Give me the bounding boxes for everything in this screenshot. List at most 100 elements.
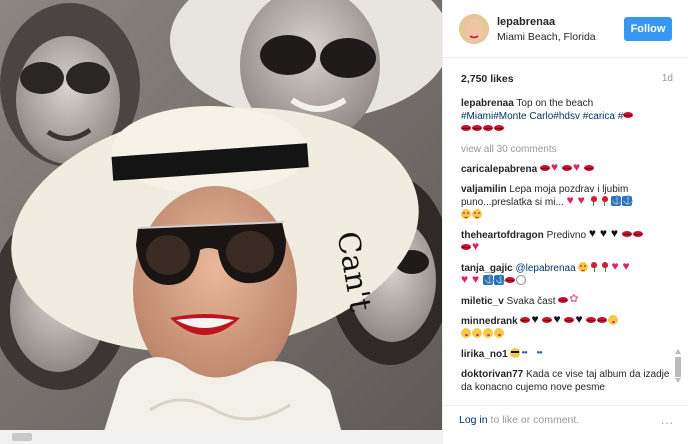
caption-text: Top on the beach bbox=[516, 98, 594, 109]
lips-icon bbox=[597, 315, 608, 325]
rose-icon bbox=[600, 262, 610, 272]
post-footer: Log in to like or comment. ... bbox=[443, 405, 688, 444]
anchor-icon bbox=[610, 195, 623, 206]
scroll-up-icon[interactable] bbox=[675, 349, 681, 354]
smiley-outline-icon bbox=[516, 275, 526, 285]
post-location[interactable]: Miami Beach, Florida bbox=[497, 31, 596, 43]
photo-illustration: Can't bbox=[0, 0, 442, 444]
comments-scrollbar[interactable] bbox=[673, 344, 683, 388]
horizontal-scrollbar[interactable] bbox=[0, 430, 442, 444]
black-heart-icon bbox=[611, 227, 621, 239]
heart-icon bbox=[567, 194, 577, 206]
smiling-face-icon bbox=[578, 262, 589, 272]
lips-icon bbox=[520, 315, 531, 325]
login-link[interactable]: Log in bbox=[459, 414, 488, 426]
lips-icon bbox=[586, 315, 597, 325]
post-age[interactable]: 1d bbox=[662, 73, 673, 84]
caption: lepabrenaa Top on the beach #Miami#Monte… bbox=[461, 97, 673, 136]
lips-icon bbox=[494, 123, 504, 133]
comment-author[interactable]: minnedrank bbox=[461, 316, 518, 327]
heart-icon bbox=[573, 161, 583, 173]
lips-icon bbox=[539, 163, 550, 173]
login-prompt: Log in to like or comment. bbox=[459, 414, 579, 426]
comment: miletic_v Svaka čast bbox=[461, 293, 673, 308]
view-all-comments-link[interactable]: view all 30 comments bbox=[461, 143, 673, 156]
lips-icon bbox=[583, 163, 594, 173]
post-photo[interactable]: Can't bbox=[0, 0, 442, 444]
lips-icon bbox=[561, 163, 572, 173]
glasses-icon bbox=[536, 348, 550, 358]
sunglasses-face-icon bbox=[510, 348, 521, 358]
lips-icon bbox=[632, 229, 643, 239]
flower-icon bbox=[569, 293, 579, 305]
comment: valjamilin Lepa moja pozdrav i ljubim pu… bbox=[461, 183, 673, 222]
kissing-face-icon bbox=[608, 315, 619, 325]
caption-hashtags[interactable]: #Miami#Monte Carlo#hdsv #carica # bbox=[461, 111, 623, 122]
follow-button[interactable]: Follow bbox=[624, 17, 672, 41]
rose-icon bbox=[600, 196, 610, 206]
kissing-face-icon bbox=[472, 328, 482, 338]
heart-icon bbox=[622, 260, 632, 272]
instagram-post: Can't lepabrenaa Miami Beach, Florida Fo… bbox=[0, 0, 688, 444]
smiling-face-icon bbox=[472, 209, 482, 219]
comment-author[interactable]: caricalepabrena bbox=[461, 164, 537, 175]
horizontal-scroll-thumb[interactable] bbox=[12, 433, 32, 441]
black-heart-icon bbox=[553, 313, 563, 325]
comment-author[interactable]: miletic_v bbox=[461, 296, 504, 307]
login-prompt-text: to like or comment. bbox=[490, 414, 580, 426]
post-sidebar: lepabrenaa Miami Beach, Florida Follow 2… bbox=[442, 0, 688, 444]
heart-icon bbox=[611, 260, 621, 272]
anchor-icon bbox=[494, 274, 506, 285]
anchor-icon bbox=[621, 195, 634, 206]
comment-author[interactable]: valjamilin bbox=[461, 184, 507, 195]
lips-icon bbox=[505, 275, 515, 285]
lips-icon bbox=[558, 295, 569, 305]
post-header: lepabrenaa Miami Beach, Florida Follow bbox=[443, 0, 688, 58]
comments-list[interactable]: lepabrenaa Top on the beach #Miami#Monte… bbox=[461, 97, 673, 393]
black-heart-icon bbox=[575, 313, 585, 325]
comment-text: Predivno bbox=[546, 230, 587, 241]
avatar[interactable] bbox=[459, 14, 489, 44]
glasses-icon bbox=[521, 348, 535, 358]
comment: tanja_gajic @lepabrenaa bbox=[461, 260, 673, 288]
lips-icon bbox=[542, 315, 553, 325]
comment-text: Svaka čast bbox=[506, 296, 556, 307]
likes-count[interactable]: 2,750 likes bbox=[461, 73, 514, 85]
kissing-face-icon bbox=[461, 328, 471, 338]
rose-icon bbox=[589, 196, 599, 206]
black-heart-icon bbox=[589, 227, 599, 239]
scroll-thumb[interactable] bbox=[675, 357, 681, 377]
caption-author[interactable]: lepabrenaa bbox=[461, 98, 514, 109]
comment: theheartofdragon Predivno bbox=[461, 227, 673, 255]
scroll-down-icon[interactable] bbox=[675, 378, 681, 383]
heart-icon bbox=[472, 240, 482, 252]
avatar-image bbox=[459, 14, 489, 44]
lips-icon bbox=[472, 123, 482, 133]
black-heart-icon bbox=[531, 313, 541, 325]
lips-icon bbox=[623, 110, 634, 120]
more-options-icon[interactable]: ... bbox=[661, 413, 674, 427]
rose-icon bbox=[589, 262, 599, 272]
kissing-face-icon bbox=[483, 328, 493, 338]
lips-icon bbox=[461, 123, 471, 133]
lips-icon bbox=[461, 242, 471, 252]
comment-author[interactable]: doktorivan77 bbox=[461, 369, 523, 380]
anchor-icon bbox=[483, 274, 495, 285]
comment-author[interactable]: tanja_gajic bbox=[461, 263, 513, 274]
heart-icon bbox=[461, 273, 471, 285]
likes-row: 2,750 likes 1d bbox=[461, 73, 673, 85]
lips-icon bbox=[564, 315, 575, 325]
comment: lirika_no1 bbox=[461, 348, 673, 361]
smiling-face-icon bbox=[461, 209, 471, 219]
heart-icon bbox=[551, 161, 561, 173]
heart-icon bbox=[472, 273, 482, 285]
lips-icon bbox=[621, 229, 632, 239]
comment-author[interactable]: lirika_no1 bbox=[461, 349, 508, 360]
black-heart-icon bbox=[600, 227, 610, 239]
heart-icon bbox=[578, 194, 588, 206]
post-username[interactable]: lepabrenaa bbox=[497, 16, 555, 28]
comment: minnedrank bbox=[461, 313, 673, 341]
lips-icon bbox=[483, 123, 493, 133]
comment-mention[interactable]: @lepabrenaa bbox=[515, 263, 575, 274]
comment: doktorivan77 Kada ce vise taj album da i… bbox=[461, 368, 673, 393]
